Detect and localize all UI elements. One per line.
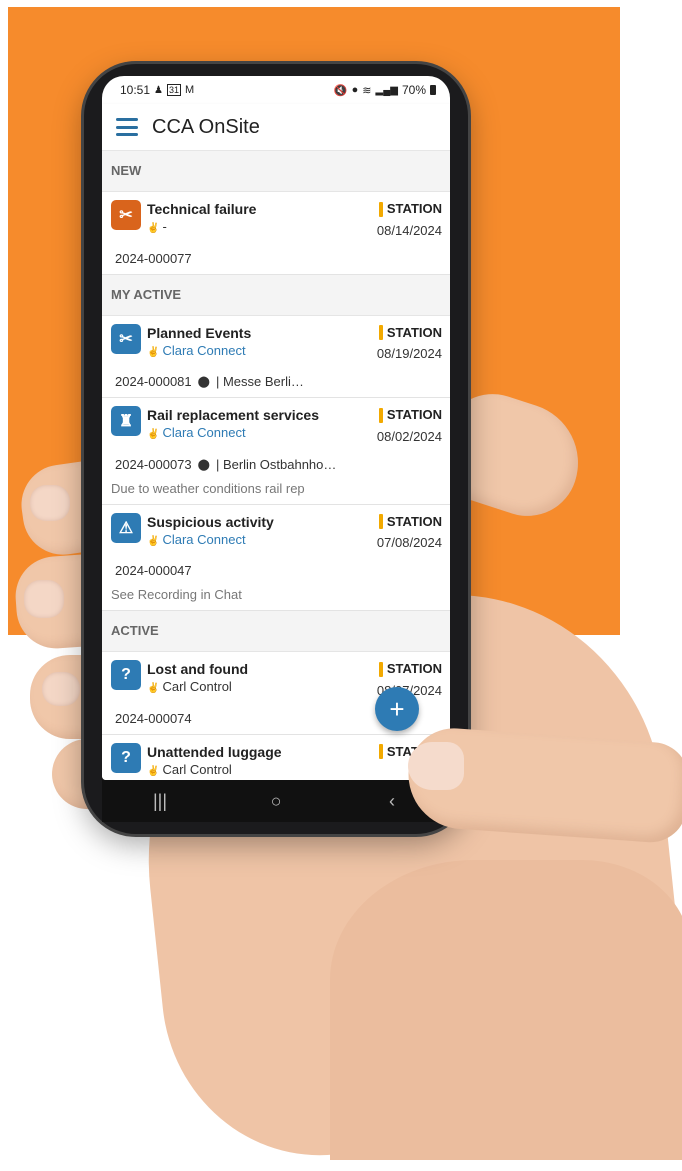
signal-icon: ▂▄▆ bbox=[375, 84, 398, 96]
incident-date: 08/19/2024 bbox=[376, 346, 442, 361]
station-tag-bar bbox=[378, 514, 383, 529]
fingernail-3 bbox=[42, 672, 80, 706]
section-header: MY ACTIVE bbox=[102, 274, 450, 316]
handshake-icon: ✌ bbox=[147, 429, 160, 440]
assignee-name: - bbox=[162, 219, 167, 234]
section-header: NEW bbox=[102, 151, 450, 192]
assignee-name: Carl Control bbox=[162, 679, 232, 694]
location-pin-icon: ⬤ bbox=[197, 458, 210, 471]
location-pin-icon: ⬤ bbox=[197, 376, 210, 388]
incident-date: 08/02/2024 bbox=[376, 428, 442, 444]
app-title: CCA OnSite bbox=[152, 115, 260, 138]
incident-id: 2024-000047 bbox=[115, 563, 192, 578]
hamburger-menu-icon[interactable] bbox=[116, 118, 138, 136]
assignee-name: Clara Connect bbox=[162, 342, 246, 358]
trophy-icon: ♜ bbox=[111, 406, 141, 436]
hand-wrist bbox=[330, 860, 682, 1160]
warning-icon: ⚠ bbox=[111, 512, 141, 543]
gmail-icon: M bbox=[185, 84, 195, 96]
app-bar: CCA OnSite bbox=[102, 104, 450, 151]
android-nav-bar: ||| ○ ‹ bbox=[102, 780, 450, 822]
incident-date: 08/14/2024 bbox=[376, 222, 442, 238]
status-time: 10:51 bbox=[120, 83, 151, 97]
add-incident-button[interactable]: + bbox=[375, 687, 419, 731]
incident-list-item[interactable]: ? Unattended luggage ✌Carl Control STATI… bbox=[102, 734, 450, 780]
station-tag: STATION bbox=[386, 201, 442, 216]
handshake-icon: ✌ bbox=[147, 346, 160, 358]
person-icon: ♟ bbox=[154, 84, 163, 96]
incident-title: Planned Events bbox=[147, 324, 252, 341]
incident-id: 2024-000074 bbox=[115, 710, 192, 726]
incident-id: 2024-000081 bbox=[115, 374, 192, 389]
luggage-question-icon: ? bbox=[111, 742, 141, 773]
incident-list[interactable]: NEW ✂ Technical failure ✌ - STATION 08/14… bbox=[102, 151, 450, 780]
incident-title: Suspicious activity bbox=[147, 513, 274, 530]
incident-list-item[interactable]: ✂ Planned Events ✌ Clara Connect STATION … bbox=[102, 315, 450, 398]
incident-id: 2024-000077 bbox=[115, 250, 192, 266]
thumbnail-nail bbox=[408, 742, 464, 790]
fingernail-2 bbox=[24, 580, 64, 618]
incident-location: | Berlin Ostbahnho… bbox=[215, 456, 337, 472]
incident-id: 2024-000073 bbox=[115, 456, 192, 472]
handshake-icon: ✌ bbox=[147, 535, 160, 547]
station-tag-bar bbox=[378, 744, 383, 759]
recents-button[interactable]: ||| bbox=[130, 791, 190, 812]
assignee-name: Carl Control bbox=[162, 761, 232, 777]
location-icon: ● bbox=[351, 84, 359, 96]
status-bar: 10:51 ♟ 31 M 🔇 ● ≋ ▂▄▆ 70% bbox=[102, 76, 450, 104]
luggage-question-icon: ? bbox=[111, 660, 141, 690]
station-tag-bar bbox=[378, 201, 383, 217]
incident-title: Technical failure bbox=[147, 201, 257, 217]
station-tag-bar bbox=[378, 407, 383, 423]
handshake-icon: ✌ bbox=[147, 683, 160, 694]
battery-icon bbox=[430, 85, 436, 95]
battery-percent: 70% bbox=[401, 83, 426, 97]
incident-title: Rail replacement services bbox=[147, 407, 319, 423]
incident-note: Due to weather conditions rail rep bbox=[111, 480, 305, 496]
mute-icon: 🔇 bbox=[333, 84, 348, 97]
station-tag-bar bbox=[378, 325, 383, 340]
incident-note: See Recording in Chat bbox=[111, 587, 242, 602]
station-tag: STATION bbox=[386, 407, 442, 422]
station-tag: STATION bbox=[386, 661, 442, 676]
wifi-icon: ≋ bbox=[362, 84, 372, 97]
incident-list-item[interactable]: ⚠ Suspicious activity ✌ Clara Connect STA… bbox=[102, 504, 450, 611]
incident-date: 07/08/2024 bbox=[376, 535, 442, 550]
incident-list-item[interactable]: ✂ Technical failure ✌ - STATION 08/14/202… bbox=[102, 192, 450, 275]
phone-screen: 10:51 ♟ 31 M 🔇 ● ≋ ▂▄▆ 70% CCA OnSite NE… bbox=[102, 76, 450, 780]
incident-location: | Messe Berli… bbox=[215, 374, 304, 389]
calendar-icon: 31 bbox=[167, 84, 182, 96]
handshake-icon: ✌ bbox=[147, 765, 160, 777]
assignee-name: Clara Connect bbox=[162, 531, 246, 547]
assignee-name: Clara Connect bbox=[162, 425, 246, 440]
section-header: ACTIVE bbox=[102, 611, 450, 652]
station-tag: STATION bbox=[386, 324, 442, 340]
station-tag-bar bbox=[378, 661, 383, 677]
station-tag: STATION bbox=[386, 513, 442, 529]
tools-icon: ✂ bbox=[111, 323, 141, 354]
fingernail-1 bbox=[30, 485, 70, 521]
home-button[interactable]: ○ bbox=[246, 791, 306, 812]
incident-list-item[interactable]: ♜ Rail replacement services ✌ Clara Conne… bbox=[102, 398, 450, 505]
handshake-icon: ✌ bbox=[147, 223, 160, 234]
incident-title: Lost and found bbox=[147, 661, 249, 677]
incident-title: Unattended luggage bbox=[147, 743, 282, 760]
tools-icon: ✂ bbox=[111, 200, 141, 230]
